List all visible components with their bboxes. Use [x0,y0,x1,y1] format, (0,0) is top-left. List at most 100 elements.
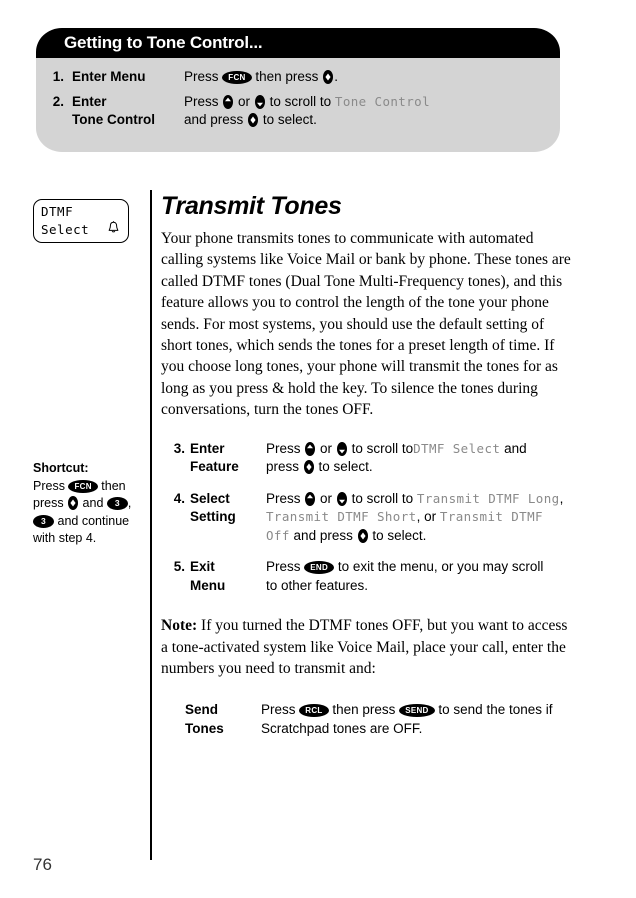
rcl-key-icon[interactable]: RCL [299,704,329,718]
and-press-label: and press [184,112,244,127]
phone-display-line-2: Select [41,222,90,237]
fcn-key-icon[interactable]: FCN [222,71,252,84]
send-tail2-label: Scratchpad tones are OFF. [261,720,423,736]
note-paragraph: Note: If you turned the DTMF tones OFF, … [161,615,573,679]
callout-step-1: 1. Enter Menu Press FCN then press . [36,68,560,86]
step-5-description: Press END to exit the menu, or you may s… [266,558,573,595]
phone-display-line-1: DTMF [41,204,74,219]
select-key-icon[interactable] [248,113,259,127]
note-label: Note: [161,617,198,635]
callout-header: Getting to Tone Control... [36,28,560,58]
scroll-up-key-icon[interactable] [305,491,316,506]
press-label: Press [266,490,301,506]
three-key-icon[interactable]: 3 [33,514,55,528]
step-4-number: 4. [173,490,185,506]
step-4-description: Press or to scroll to Transmit DTMF Long… [266,490,573,546]
note-text: If you turned the DTMF tones OFF, but yo… [161,617,568,677]
press-lower-label: press [266,459,300,475]
lcd-dtmf-select-value: DTMF Select [413,440,501,456]
callout-step-2-name-line2: Tone Control [72,112,155,127]
lcd-transmit-dtmf-long-value: Transmit DTMF Long [416,490,560,506]
intro-paragraph: Your phone transmits tones to communicat… [161,230,571,419]
column-divider-rule [150,190,152,860]
press-label: Press [33,478,65,493]
and-press-label: and press [293,527,353,543]
step-reference-label: step 4. [58,531,97,545]
callout-step-2-name: Enter Tone Control [68,93,184,129]
period-label: . [334,69,338,84]
main-content-column: Transmit Tones Your phone transmits tone… [161,192,573,738]
or-label: or [320,440,333,456]
getting-to-tone-control-callout: Getting to Tone Control... 1. Enter Menu… [36,28,560,152]
press-lower-label: press [33,496,64,510]
comma-label: , [416,509,421,525]
callout-step-2-description: Press or to scroll to Tone Control and p… [184,93,560,129]
step-4-name-line1: Select [190,490,230,506]
select-key-icon[interactable] [323,70,334,84]
exit-menu-tail-label: to exit the menu, or you may scroll [337,559,544,575]
select-key-icon[interactable] [357,528,368,543]
to-select-label: to select. [262,112,317,127]
step-3: 3. Enter Feature Press or to scroll toDT… [161,440,573,477]
send-tones-name-line1: Send [185,702,219,718]
send-tones-name: Send Tones [185,701,261,738]
scroll-down-key-icon[interactable] [336,491,347,506]
scroll-up-key-icon[interactable] [305,441,316,456]
step-4-name-line2: Setting [190,509,236,525]
step-5-name: Exit Menu [190,558,266,595]
step-4: 4. Select Setting Press or to scroll to … [161,490,573,546]
bell-icon [108,221,119,239]
then-label: then [101,478,126,493]
send-key-icon[interactable]: SEND [399,704,435,718]
step-3-name-line2: Feature [190,459,239,475]
then-press-label: then press [255,69,319,84]
press-label: Press [184,94,219,109]
page-title: Transmit Tones [161,192,342,220]
callout-step-2: 2. Enter Tone Control Press or to scroll… [36,93,560,129]
callout-step-1-name: Enter Menu [72,69,146,84]
to-select-label: to select. [372,527,427,543]
callout-step-2-number: 2. [52,94,64,109]
callout-body: 1. Enter Menu Press FCN then press . 2. … [36,58,560,129]
fcn-key-icon[interactable]: FCN [68,479,98,493]
to-scroll-to-label: to scroll to [351,440,414,456]
send-tones-name-line2: Tones [185,720,224,736]
then-press-label: then press [332,702,396,718]
exit-menu-tail2-label: to other features. [266,577,369,593]
step-3-name-line1: Enter [190,440,225,456]
to-scroll-to-label: to scroll to [351,490,414,506]
comma-label: , [559,490,564,506]
step-5-name-line2: Menu [190,577,226,593]
scroll-down-key-icon[interactable] [254,95,265,109]
callout-step-1-number: 1. [52,69,64,84]
step-5-number: 5. [173,559,185,575]
lcd-transmit-dtmf-short-value: Transmit DTMF Short [266,509,417,525]
step-3-description: Press or to scroll toDTMF Select and pre… [266,440,573,477]
select-key-icon[interactable] [68,496,79,510]
send-tones-row: Send Tones Press RCL then press SEND to … [161,701,573,738]
press-label: Press [266,440,301,456]
scroll-up-key-icon[interactable] [223,95,234,109]
comma-label: , [127,496,132,510]
or-lower-label: or [424,509,437,525]
callout-step-2-name-line1: Enter [72,94,107,109]
to-scroll-to-label: to scroll to [269,94,332,109]
numbered-steps-list: 3. Enter Feature Press or to scroll toDT… [161,440,573,596]
step-3-name: Enter Feature [190,440,266,477]
to-select-label: to select. [318,459,373,475]
and-label: and [504,440,527,456]
three-key-icon[interactable]: 3 [106,497,128,510]
lcd-tone-control-value: Tone Control [334,94,430,109]
callout-step-1-description: Press FCN then press . [184,68,560,86]
scroll-down-key-icon[interactable] [336,441,347,456]
step-5: 5. Exit Menu Press END to exit the menu,… [161,558,573,595]
select-key-icon[interactable] [303,460,314,475]
send-tones-description: Press RCL then press SEND to send the to… [261,701,573,738]
phone-lcd-display: DTMF Select [33,199,129,243]
end-key-icon[interactable]: END [304,561,335,575]
send-tail-label: to send the tones if [438,702,553,718]
step-4-name: Select Setting [190,490,266,546]
and-label: and [57,513,79,528]
step-5-name-line1: Exit [190,559,215,575]
press-label: Press [184,69,219,84]
